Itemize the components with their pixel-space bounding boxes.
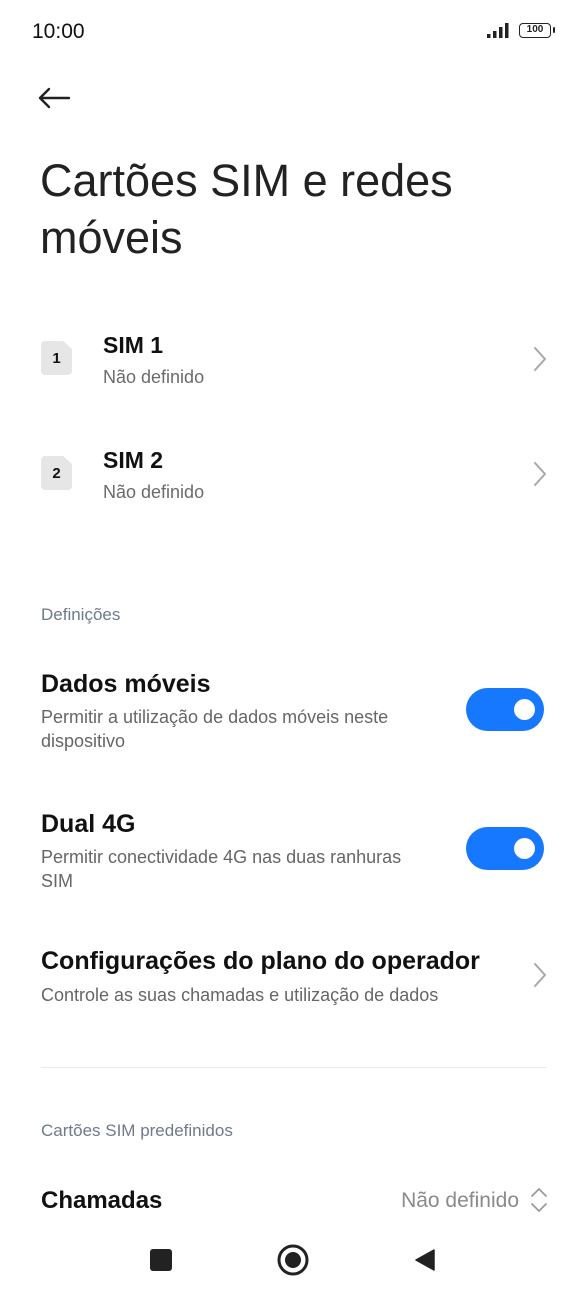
navigation-bar — [0, 1238, 587, 1282]
carrier-plan-description: Controle as suas chamadas e utilização d… — [41, 985, 439, 1005]
sim-title: SIM 1 — [103, 332, 164, 358]
back-button[interactable] — [30, 76, 78, 120]
chevron-right-icon — [534, 462, 546, 486]
circle-icon — [277, 1244, 309, 1276]
dual-4g-description: Permitir conectividade 4G nas duas ranhu… — [41, 847, 402, 891]
dual-4g-title: Dual 4G — [41, 810, 136, 838]
triangle-left-icon — [415, 1249, 435, 1271]
section-label-settings: Definições — [41, 605, 121, 624]
sim-card-icon: 1 — [41, 341, 72, 375]
home-button[interactable] — [271, 1238, 315, 1282]
recents-button[interactable] — [139, 1238, 183, 1282]
chevron-right-icon — [534, 347, 546, 371]
carrier-plan-title: Configurações do plano do operador — [41, 947, 480, 975]
mobile-data-description: Permitir a utilização de dados móveis ne… — [41, 707, 389, 751]
divider — [41, 1067, 546, 1068]
status-time: 10:00 — [32, 20, 85, 43]
calls-title: Chamadas — [41, 1187, 163, 1214]
page-title: Cartões SIM e redes móveis — [40, 155, 453, 263]
toggle-knob — [514, 838, 535, 859]
square-icon — [150, 1249, 172, 1271]
sim-title: SIM 2 — [103, 447, 164, 473]
mobile-data-title: Dados móveis — [41, 670, 211, 698]
calls-value: Não definido — [401, 1189, 519, 1212]
section-label-default-sims: Cartões SIM predefinidos — [41, 1121, 233, 1140]
mobile-data-toggle[interactable] — [466, 688, 544, 731]
dual-4g-toggle[interactable] — [466, 827, 544, 870]
nav-back-button[interactable] — [403, 1238, 447, 1282]
status-bar: 10:00 100 — [0, 0, 587, 66]
sim-2-row[interactable]: 2 SIM 2 Não definido — [0, 435, 587, 525]
chevron-right-icon — [534, 963, 546, 987]
sim-subtitle: Não definido — [103, 482, 205, 502]
sim-subtitle: Não definido — [103, 367, 205, 387]
signal-icon — [487, 23, 509, 38]
battery-icon: 100 — [519, 22, 555, 38]
status-icons: 100 — [487, 22, 555, 38]
arrow-left-icon — [38, 87, 71, 109]
sim-1-row[interactable]: 1 SIM 1 Não definido — [0, 320, 587, 410]
chevron-up-down-icon — [531, 1188, 547, 1212]
toggle-knob — [514, 699, 535, 720]
sim-card-icon: 2 — [41, 456, 72, 490]
